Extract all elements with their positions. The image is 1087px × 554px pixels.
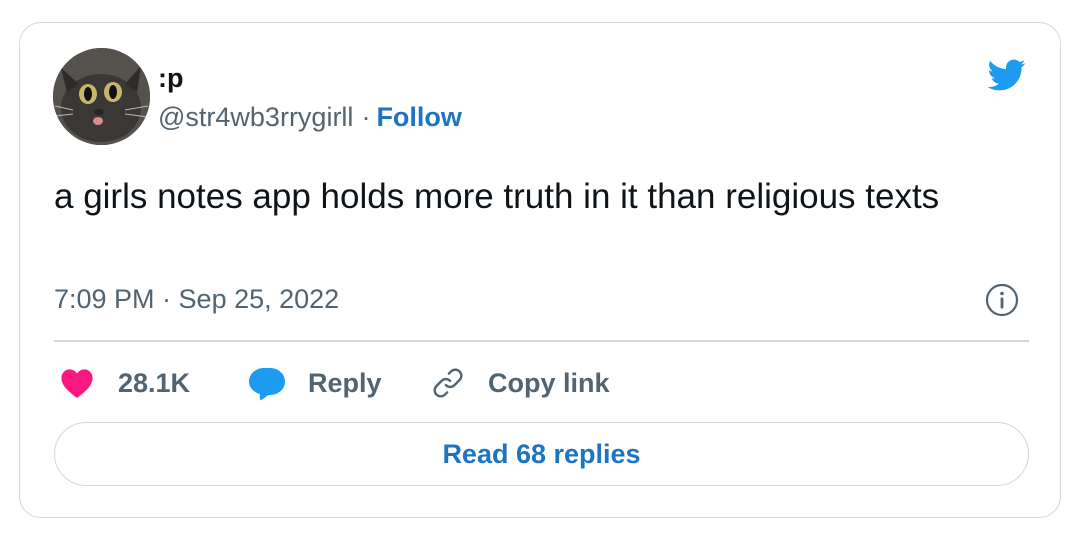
info-icon[interactable] (985, 283, 1019, 317)
like-button[interactable]: 28.1K (60, 361, 190, 405)
reply-button[interactable]: Reply (248, 361, 382, 405)
tweet-timestamp[interactable]: 7:09 PM · Sep 25, 2022 (54, 283, 339, 315)
heart-icon (61, 369, 93, 399)
link-icon (433, 368, 463, 398)
twitter-bird-icon[interactable] (982, 55, 1030, 95)
speech-bubble-icon (249, 368, 285, 400)
handle-row: @str4wb3rrygirll · Follow (158, 101, 462, 133)
tweet-card: :p @str4wb3rrygirll · Follow a girls notes… (19, 22, 1061, 518)
copy-link-button[interactable]: Copy link (430, 361, 610, 405)
follow-button[interactable]: Follow (376, 102, 461, 132)
like-count: 28.1K (118, 368, 191, 398)
reply-label: Reply (308, 368, 382, 398)
divider (54, 340, 1029, 342)
avatar[interactable] (53, 48, 150, 145)
display-name[interactable]: :p (158, 63, 183, 93)
copy-link-label: Copy link (488, 368, 610, 398)
user-handle[interactable]: @str4wb3rrygirll (158, 102, 353, 132)
read-replies-button[interactable]: Read 68 replies (54, 422, 1029, 486)
tweet-text: a girls notes app holds more truth in it… (54, 177, 940, 216)
cat-avatar-image (53, 48, 150, 145)
handle-separator: · (361, 102, 371, 132)
